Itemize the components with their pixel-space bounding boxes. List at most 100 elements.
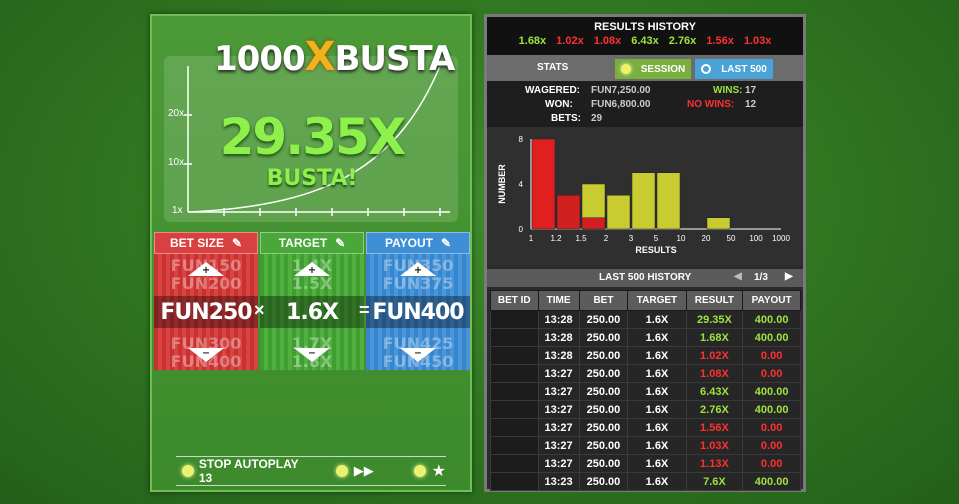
plus-icon: +: [308, 263, 316, 277]
cell-result: 1.68X: [685, 328, 744, 347]
y-tick-label: 0: [519, 225, 524, 234]
payout-header[interactable]: PAYOUT ✎: [366, 232, 470, 254]
cell-bet-id: [490, 346, 539, 365]
wins-value: 17: [745, 85, 757, 96]
prev-page-icon[interactable]: ◀: [734, 271, 742, 282]
cell-target: 1.6X: [627, 400, 687, 419]
cell-target: 1.6X: [627, 364, 687, 383]
x-tick-label: 10: [677, 234, 686, 243]
current-multiplier: 29.35X: [219, 108, 407, 166]
bet-size-value: FUN250: [154, 296, 258, 328]
edit-icon[interactable]: ✎: [441, 236, 451, 250]
tab-session[interactable]: SESSION: [615, 59, 691, 79]
cell-bet-id: [490, 454, 539, 473]
cell-bet: 250.00: [578, 382, 629, 401]
speed-indicator: [335, 465, 348, 477]
table-row: 13:28 250.00 1.6X 1.68X 400.00: [490, 328, 801, 347]
cell-result: 1.02X: [685, 346, 744, 365]
stats-label: STATS: [537, 62, 569, 73]
cell-time: 13:27: [537, 418, 580, 437]
favorite-indicator: [413, 465, 426, 477]
cell-bet: 250.00: [578, 328, 629, 347]
cell-bet-id: [490, 328, 539, 347]
target-value: 1.6X: [260, 296, 364, 328]
cell-time: 13:27: [537, 454, 580, 473]
y-tick-1x: 1x: [172, 205, 183, 216]
history-result: 1.56x: [706, 35, 734, 47]
edit-icon[interactable]: ✎: [335, 236, 345, 250]
no-wins-value: 12: [745, 99, 757, 110]
history-result: 6.43x: [631, 35, 659, 47]
stop-autoplay-button[interactable]: STOP AUTOPLAY 13: [199, 457, 314, 485]
cell-time: 13:27: [537, 436, 580, 455]
y-axis-label: NUMBER: [497, 164, 507, 204]
star-icon[interactable]: ★: [432, 461, 446, 481]
history-result: 1.02x: [556, 35, 584, 47]
histogram-bar: [631, 172, 656, 230]
table-row: 13:28 250.00 1.6X 1.02X 0.00: [490, 346, 801, 365]
won-value: FUN6,800.00: [591, 99, 651, 110]
cell-target: 1.6X: [627, 454, 687, 473]
cell-bet: 250.00: [578, 418, 629, 437]
cell-target: 1.6X: [627, 328, 687, 347]
cell-time: 13:27: [537, 364, 580, 383]
multiply-sign: ×: [254, 300, 265, 320]
results-history-title: RESULTS HISTORY: [594, 21, 696, 33]
next-page-icon[interactable]: ▶: [785, 271, 793, 282]
cell-target: 1.6X: [627, 346, 687, 365]
table-row: 13:27 250.00 1.6X 2.76X 400.00: [490, 400, 801, 419]
cell-bet: 250.00: [578, 472, 629, 491]
payout-column: FUN350 FUN375 + FUN400 FUN425 FUN450 –: [366, 254, 470, 370]
minus-icon: –: [202, 345, 210, 359]
cell-bet: 250.00: [578, 400, 629, 419]
results-panel: RESULTS HISTORY 1.68x 1.02x 1.08x 6.43x 2.76…: [484, 14, 806, 492]
column-header: RESULT: [685, 290, 744, 311]
cell-payout: 0.00: [742, 436, 801, 455]
cell-bet-id: [490, 472, 539, 491]
cell-bet-id: [490, 418, 539, 437]
results-history-list: 1.68x 1.02x 1.08x 6.43x 2.76x 1.56x 1.03x: [487, 35, 803, 47]
bet-size-column: FUN150 FUN200 + FUN250 FUN300 FUN400 –: [154, 254, 258, 370]
cell-payout: 400.00: [742, 472, 801, 491]
cell-payout: 400.00: [742, 328, 801, 347]
cell-result: 29.35X: [685, 310, 744, 329]
cell-bet: 250.00: [578, 454, 629, 473]
cell-target: 1.6X: [627, 310, 687, 329]
x-tick-label: 50: [727, 234, 736, 243]
cell-bet: 250.00: [578, 346, 629, 365]
bet-size-header[interactable]: BET SIZE ✎: [154, 232, 258, 254]
histogram-bar: [531, 138, 556, 230]
x-tick-label: 1000: [772, 234, 790, 243]
radio-selected-icon: [620, 64, 631, 74]
cell-bet-id: [490, 382, 539, 401]
cell-payout: 0.00: [742, 418, 801, 437]
table-row: 13:27 250.00 1.6X 1.03X 0.00: [490, 436, 801, 455]
target-header[interactable]: TARGET ✎: [260, 232, 364, 254]
cell-result: 1.56X: [685, 418, 744, 437]
page-indicator: 1/3: [754, 272, 768, 283]
tab-last-500[interactable]: LAST 500: [695, 59, 773, 79]
column-header: BET: [578, 290, 629, 311]
plus-icon: +: [202, 263, 210, 277]
histogram-bar: [706, 217, 731, 230]
edit-icon[interactable]: ✎: [232, 236, 242, 250]
histogram-chart: 0 4 8 1 1.2 1.5 2 3 5 10 20 50 100 1000 RESULTS NUMBER: [497, 135, 790, 255]
cell-result: 1.13X: [685, 454, 744, 473]
cell-target: 1.6X: [627, 418, 687, 437]
bets-value: 29: [591, 113, 603, 124]
x-tick-label: 3: [629, 234, 634, 243]
histogram-bar-loss: [581, 217, 606, 230]
history-result: 2.76x: [668, 35, 697, 47]
cell-bet-id: [490, 400, 539, 419]
cell-bet-id: [490, 310, 539, 329]
cell-payout: 0.00: [742, 454, 801, 473]
x-axis-label: RESULTS: [635, 245, 676, 255]
fast-forward-icon[interactable]: ▶▶: [354, 463, 374, 479]
cell-bet: 250.00: [578, 436, 629, 455]
y-tick-20x: 20x: [168, 108, 185, 119]
plus-icon: +: [414, 263, 422, 277]
cell-result: 1.08X: [685, 364, 744, 383]
x-tick-label: 20: [702, 234, 711, 243]
payout-value: FUN400: [366, 296, 470, 328]
y-tick-label: 8: [519, 135, 524, 144]
